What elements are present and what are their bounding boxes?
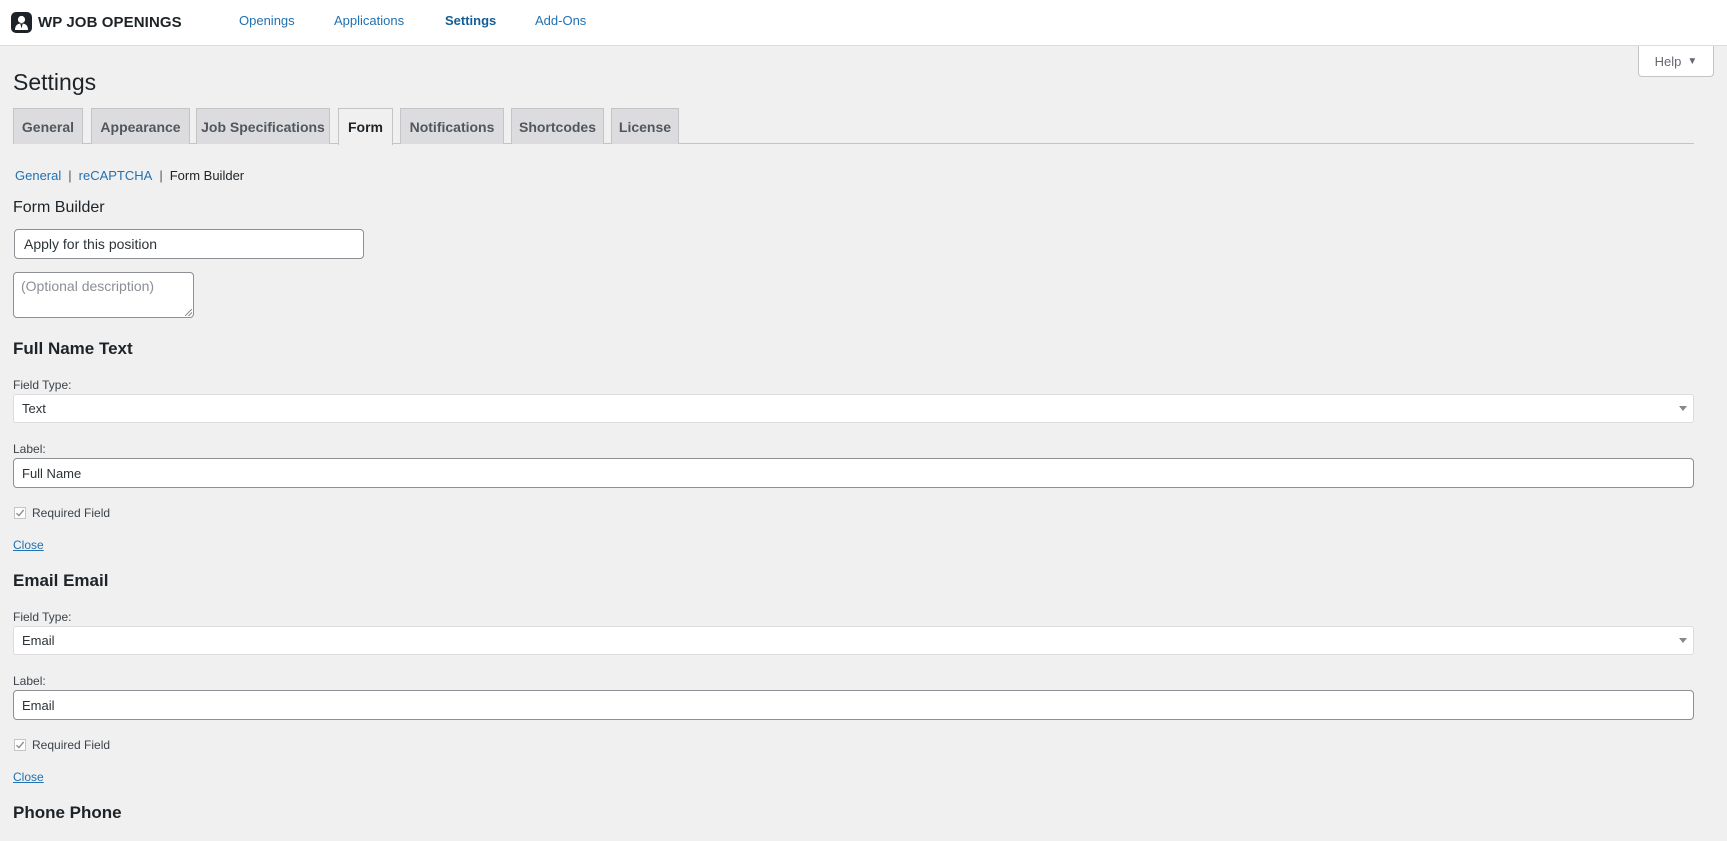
field-heading-email: Email Email: [13, 571, 109, 590]
field-type-select[interactable]: Text: [13, 394, 1694, 423]
subnav: General | reCAPTCHA | Form Builder: [15, 168, 244, 183]
description-placeholder: (Optional description): [21, 278, 155, 294]
close-link[interactable]: Close: [13, 538, 44, 552]
form-description-textarea[interactable]: (Optional description): [13, 272, 194, 318]
top-bar: WP JOB OPENINGS Openings Applications Se…: [0, 0, 1727, 46]
required-field-row: Required Field: [14, 506, 110, 520]
field-type-label: Field Type:: [13, 610, 72, 624]
label-input[interactable]: Full Name: [13, 458, 1694, 488]
help-label: Help: [1654, 53, 1682, 69]
chevron-down-icon: [1679, 638, 1687, 643]
resize-handle-icon[interactable]: [185, 309, 192, 316]
form-title-input[interactable]: Apply for this position: [14, 229, 364, 259]
nav-applications[interactable]: Applications: [334, 13, 404, 28]
field-type-label: Field Type:: [13, 378, 72, 392]
tab-shortcodes[interactable]: Shortcodes: [511, 108, 604, 144]
label-label: Label:: [13, 442, 46, 456]
label-input[interactable]: Email: [13, 690, 1694, 720]
label-value: Full Name: [22, 465, 82, 481]
chevron-down-icon: [1679, 406, 1687, 411]
required-checkbox[interactable]: [14, 739, 26, 751]
nav-openings[interactable]: Openings: [239, 13, 295, 28]
required-field-row: Required Field: [14, 738, 110, 752]
page-title: Settings: [13, 69, 97, 95]
field-type-value: Email: [22, 633, 55, 648]
required-label: Required Field: [32, 506, 111, 520]
required-checkbox[interactable]: [14, 507, 26, 519]
caret-down-icon: ▼: [1687, 55, 1698, 67]
field-type-select[interactable]: Email: [13, 626, 1694, 655]
label-value: Email: [22, 697, 55, 713]
tab-license[interactable]: License: [611, 108, 679, 144]
brand-name: WP JOB OPENINGS: [38, 13, 182, 31]
subnav-form-builder: Form Builder: [169, 168, 245, 183]
subnav-separator: |: [68, 168, 72, 183]
subnav-separator: |: [159, 168, 163, 183]
tab-general[interactable]: General: [13, 108, 83, 144]
field-heading-phone: Phone Phone: [13, 803, 122, 822]
tab-job-specifications[interactable]: Job Specifications: [196, 108, 330, 144]
tab-appearance[interactable]: Appearance: [91, 108, 190, 144]
subnav-recaptcha[interactable]: reCAPTCHA: [79, 168, 153, 183]
nav-add-ons[interactable]: Add-Ons: [535, 13, 586, 28]
close-link[interactable]: Close: [13, 770, 44, 784]
nav-settings[interactable]: Settings: [445, 13, 496, 28]
tab-form[interactable]: Form: [338, 108, 393, 145]
required-label: Required Field: [32, 738, 111, 752]
checkmark-icon: [16, 509, 25, 517]
checkmark-icon: [16, 741, 25, 749]
field-heading-full-name: Full Name Text: [13, 339, 133, 358]
field-type-value: Text: [22, 401, 46, 416]
form-title-value: Apply for this position: [24, 236, 158, 252]
subnav-general[interactable]: General: [15, 168, 61, 183]
label-label: Label:: [13, 674, 46, 688]
brand-logo-icon: [11, 11, 32, 33]
form-builder-heading: Form Builder: [13, 199, 105, 216]
tab-notifications[interactable]: Notifications: [400, 108, 504, 144]
help-button[interactable]: Help ▼: [1638, 46, 1714, 77]
brand[interactable]: WP JOB OPENINGS: [11, 11, 182, 33]
